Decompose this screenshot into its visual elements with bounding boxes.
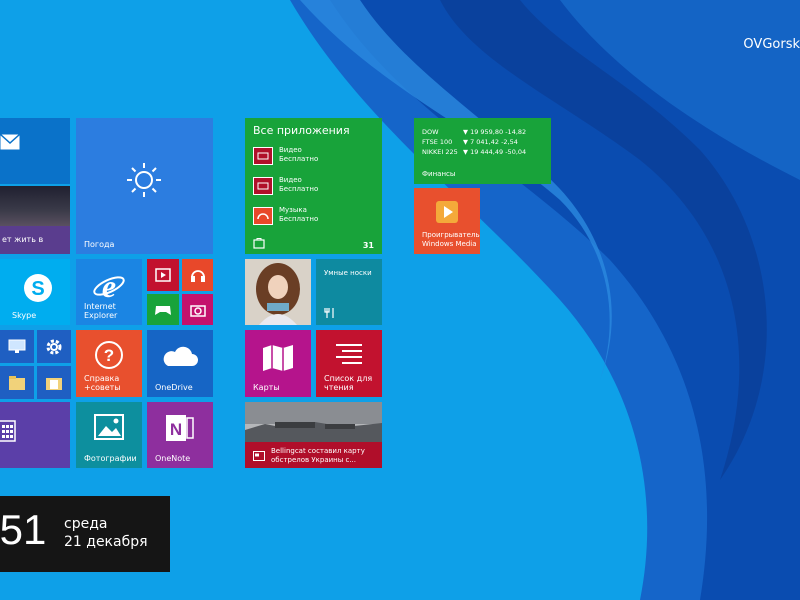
news-photo [0, 186, 70, 226]
tile-label: Skype [12, 311, 37, 320]
news-headline: Bellingcat составил карту обстрелов Укра… [271, 447, 365, 464]
mail-icon [0, 134, 20, 150]
person-photo [245, 259, 311, 325]
tile-windows-media-player[interactable]: Проигрыватель Windows Media [414, 188, 480, 254]
index-value: ▼ 19 444,49 -50,04 [463, 148, 527, 156]
tile-video[interactable] [147, 259, 179, 291]
tile-label: Карты [253, 383, 280, 392]
clock-panel: :51 среда 21 декабря [0, 496, 170, 572]
app-item[interactable]: Музыка Бесплатно [253, 204, 373, 228]
tile-label: Фотографии [84, 454, 137, 463]
news-icon [253, 451, 265, 461]
tile-settings[interactable] [37, 330, 71, 363]
tile-label: Финансы [422, 170, 456, 178]
tile-documents[interactable] [37, 366, 71, 399]
app-item[interactable]: Видео Бесплатно [253, 144, 373, 168]
cloud-icon [163, 346, 198, 366]
news-photo [245, 402, 382, 442]
svg-text:S: S [31, 278, 44, 300]
computer-icon [8, 339, 26, 353]
tile-people-photo[interactable] [245, 259, 311, 325]
tile-internet-explorer[interactable]: e Internet Explorer [76, 259, 142, 325]
tile-maps[interactable]: Карты [245, 330, 311, 397]
clock-time: :51 [0, 506, 47, 553]
gamepad-icon [155, 306, 171, 315]
tile-label: Internet Explorer [84, 302, 118, 320]
tile-all-apps[interactable]: Все приложения Видео Бесплатно Видео Беспл… [245, 118, 382, 254]
video-icon [253, 177, 273, 195]
user-name[interactable]: OVGorsk [743, 37, 800, 52]
headphones-icon [191, 270, 205, 282]
tile-games[interactable] [147, 294, 179, 325]
gear-icon [46, 339, 62, 355]
camera-icon [190, 305, 206, 317]
svg-text:?: ? [104, 346, 114, 365]
index-value: ▼ 19 959,80 -14,82 [463, 128, 527, 136]
tile-news[interactable]: Bellingcat составил карту обстрелов Укра… [245, 402, 382, 468]
tile-desktop[interactable] [0, 330, 34, 363]
headphones-icon [253, 207, 273, 225]
app-item[interactable]: Видео Бесплатно [253, 174, 373, 198]
store-icon [253, 238, 265, 249]
app-price: Бесплатно [279, 155, 319, 163]
index-name: NIKKEI 225 [422, 148, 458, 156]
clock-day: среда [64, 516, 108, 532]
calculator-icon [0, 420, 16, 442]
app-name: Музыка [279, 206, 307, 214]
article-title: Умные носки [324, 269, 372, 277]
tile-smart-socks[interactable]: Умные носки [316, 259, 382, 325]
tile-label: OneNote [155, 454, 191, 463]
tile-onenote[interactable]: N OneNote [147, 402, 213, 468]
svg-text:e: e [102, 269, 116, 303]
tile-mail[interactable] [0, 118, 70, 184]
tile-camera[interactable] [182, 294, 213, 325]
tile-music[interactable] [182, 259, 213, 291]
app-name: Видео [279, 146, 302, 154]
tile-reading-list[interactable]: Список для чтения [316, 330, 382, 397]
tile-label: Список для чтения [324, 374, 373, 392]
index-name: FTSE 100 [422, 138, 453, 146]
svg-text:N: N [170, 420, 182, 439]
tile-photos[interactable]: Фотографии [76, 402, 142, 468]
tile-label: OneDrive [155, 383, 193, 392]
onenote-icon: N [166, 415, 194, 441]
tile-finance[interactable]: DOW ▼ 19 959,80 -14,82 FTSE 100 ▼ 7 041,42… [414, 118, 551, 184]
all-apps-title: Все приложения [253, 124, 350, 137]
tile-weather[interactable]: Погода [76, 118, 213, 254]
tile-calculator[interactable] [0, 402, 70, 468]
index-name: DOW [422, 128, 439, 136]
app-price: Бесплатно [279, 185, 319, 193]
clock-date: 21 декабря [64, 534, 148, 550]
skype-icon: S [24, 274, 52, 302]
tile-file-explorer[interactable] [0, 366, 34, 399]
all-apps-count: 31 [362, 241, 374, 250]
internet-explorer-icon: e [93, 269, 125, 303]
app-price: Бесплатно [279, 215, 319, 223]
finance-row: DOW ▼ 19 959,80 -14,82 [422, 128, 526, 136]
document-folder-icon [46, 378, 62, 390]
tile-skype[interactable]: S Skype [0, 259, 70, 325]
finance-row: NIKKEI 225 ▼ 19 444,49 -50,04 [422, 148, 526, 156]
index-value: ▼ 7 041,42 -2,54 [463, 138, 518, 146]
app-name: Видео [279, 176, 302, 184]
news-snippet: ет жить в [2, 235, 44, 244]
reading-list-icon [336, 344, 362, 364]
map-icon [263, 345, 293, 371]
tile-label: Справка +советы [84, 374, 121, 392]
tile-news-photo[interactable]: ет жить в [0, 186, 70, 254]
tile-onedrive[interactable]: OneDrive [147, 330, 213, 397]
finance-row: FTSE 100 ▼ 7 041,42 -2,54 [422, 138, 518, 146]
media-player-icon [436, 201, 458, 223]
sun-icon [127, 163, 161, 197]
question-icon: ? [95, 341, 123, 369]
video-icon [155, 268, 171, 282]
tile-label: Погода [84, 240, 115, 249]
photo-icon [94, 414, 124, 440]
tile-label: Проигрыватель Windows Media [422, 231, 480, 248]
video-icon [253, 147, 273, 165]
folder-icon [9, 376, 25, 390]
tile-help-tips[interactable]: ? Справка +советы [76, 330, 142, 397]
restaurant-icon [324, 308, 334, 318]
